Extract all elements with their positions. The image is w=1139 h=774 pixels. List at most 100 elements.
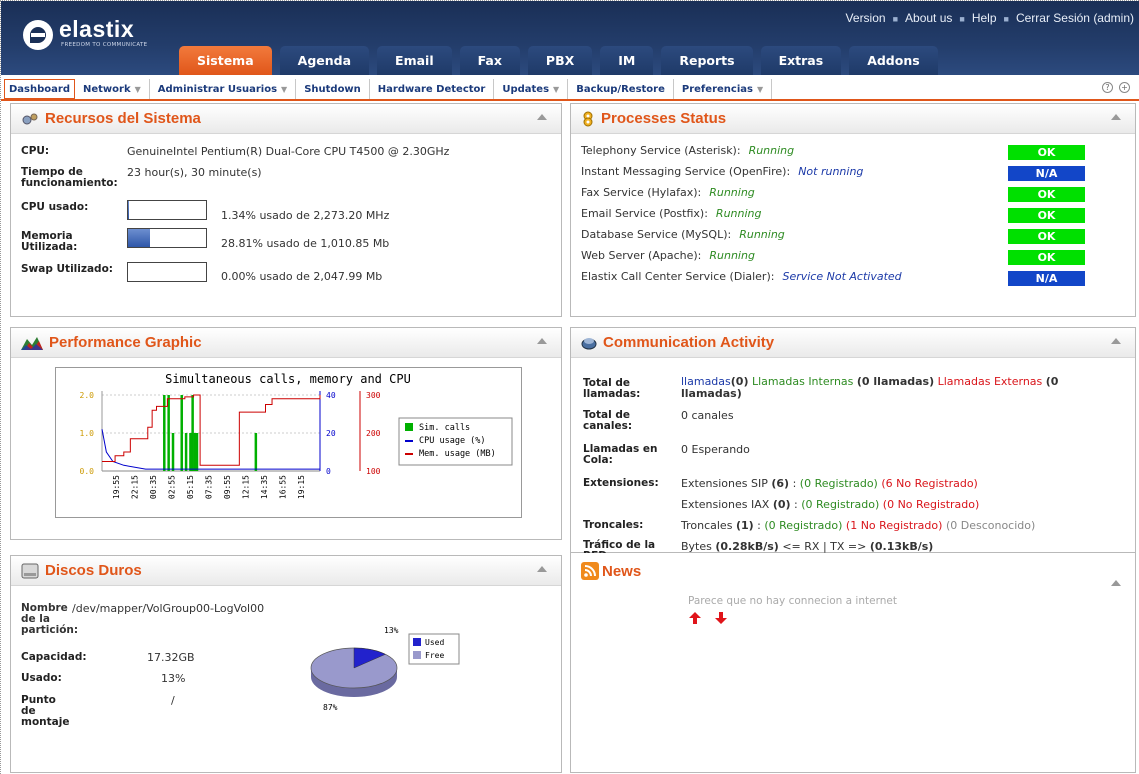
chart-legend: Sim. calls CPU usage (%) Mem. usage (MB) (398, 417, 513, 466)
panel-communication: Communication Activity Total de llamadas… (570, 327, 1136, 562)
uptime-label: Tiempo de funcionamiento: (21, 166, 118, 189)
pie-free-label: 87% (323, 703, 338, 712)
submenu-item-hardware-detector[interactable]: Hardware Detector (370, 79, 495, 99)
sip-count: (6) (771, 477, 790, 490)
collapse-icon[interactable] (537, 566, 547, 572)
pie-used-label: 13% (384, 626, 399, 635)
cpu-line (101, 429, 320, 470)
collapse-icon[interactable] (1111, 114, 1121, 120)
process-name: Email Service (Postfix): (581, 207, 708, 220)
submenu-item-dashboard[interactable]: Dashboard (4, 79, 75, 99)
partition-label: Nombre de la partición: (21, 602, 79, 636)
mem-usage-fill (128, 229, 151, 247)
process-status: Running (709, 186, 755, 199)
disk-icon (21, 563, 39, 579)
cpu-value: GenuineIntel Pentium(R) Dual-Core CPU T4… (127, 145, 450, 158)
internal-calls-count: (0 llamadas) (856, 375, 935, 388)
x-tick-label: 07:35 (205, 475, 214, 499)
process-status: Running (715, 207, 762, 220)
capacity-value: 17.32GB (147, 651, 195, 664)
tab-reports[interactable]: Reports (661, 46, 753, 75)
left-tick-label: 2.0 (80, 391, 95, 400)
submenu-item-administrar-usuarios[interactable]: Administrar Usuarios ▼ (150, 79, 297, 99)
process-status: Running (739, 228, 785, 241)
gear-icon (21, 112, 39, 126)
panel-header: Communication Activity (571, 328, 1135, 358)
trunk-prefix: Troncales (681, 519, 733, 532)
queue-value: 0 Esperando (681, 443, 750, 456)
submenu-item-label: Shutdown (304, 83, 361, 95)
process-name: Instant Messaging Service (OpenFire): (581, 165, 791, 178)
legend-label: CPU usage (%) (419, 436, 486, 446)
status-badge: OK (1008, 208, 1085, 223)
brand-tagline: FREEDOM TO COMMUNICATE (61, 42, 148, 48)
left-tick-label: 0.0 (80, 467, 95, 476)
tab-extras[interactable]: Extras (760, 46, 842, 75)
trunk-not-registered: (1 No Registrado) (845, 519, 943, 532)
mem-tick-label: 200 (366, 429, 381, 438)
queue-label: Llamadas en Cola: (583, 443, 658, 466)
top-link[interactable]: Help (972, 11, 997, 25)
tab-sistema[interactable]: Sistema (179, 46, 272, 75)
status-badge: N/A (1008, 166, 1085, 181)
panel-disks: Discos Duros Nombre de la partición: /de… (10, 555, 562, 773)
link-separator: ■ (959, 14, 965, 24)
status-badge: OK (1008, 250, 1085, 265)
calls-bar (180, 395, 183, 471)
left-tick-label: 1.0 (80, 429, 95, 438)
cpu-usage-fill (128, 201, 130, 219)
link-separator: ■ (1003, 14, 1009, 24)
tab-fax[interactable]: Fax (459, 46, 520, 75)
news-message: Parece que no hay connecion a internet (688, 595, 897, 607)
arrow-down-icon[interactable] (715, 612, 727, 627)
channels-value: 0 canales (681, 409, 734, 422)
process-name: Elastix Call Center Service (Dialer): (581, 270, 775, 283)
trunks-label: Troncales: (583, 519, 644, 531)
chart-icon (21, 336, 43, 350)
process-name: Database Service (MySQL): (581, 228, 732, 241)
process-row: Database Service (MySQL): Running (581, 228, 785, 241)
x-tick-label: 02:55 (168, 475, 177, 499)
external-calls-label: Llamadas Externas (937, 375, 1043, 388)
collapse-icon[interactable] (1111, 580, 1121, 586)
process-status: Not running (798, 165, 864, 178)
calls-bar (184, 433, 188, 471)
collapse-icon[interactable] (1111, 338, 1121, 344)
tab-pbx[interactable]: PBX (527, 46, 593, 75)
tab-email[interactable]: Email (377, 46, 452, 75)
submenu-item-label: Backup/Restore (576, 83, 665, 95)
top-link[interactable]: About us (905, 11, 952, 25)
capacity-label: Capacidad: (21, 651, 87, 663)
panel-resources: Recursos del Sistema CPU: GenuineIntel P… (10, 103, 562, 317)
submenu-item-network[interactable]: Network ▼ (75, 79, 150, 99)
panel-header: Processes Status (571, 104, 1135, 134)
pie-legend: Used Free (408, 633, 460, 665)
submenu-item-shutdown[interactable]: Shutdown (296, 79, 370, 99)
submenu-item-backup-restore[interactable]: Backup/Restore (568, 79, 674, 99)
arrow-up-icon[interactable] (689, 612, 701, 627)
status-badge: OK (1008, 229, 1085, 244)
sip-registered: (0 Registrado) (799, 477, 878, 490)
chevron-down-icon: ▼ (756, 84, 764, 94)
top-link[interactable]: Version (846, 11, 886, 25)
tab-addons[interactable]: Addons (849, 46, 938, 75)
elastix-logo[interactable]: elastix FREEDOM TO COMMUNICATE (21, 16, 171, 53)
collapse-icon[interactable] (537, 114, 547, 120)
submenu-item-preferencias[interactable]: Preferencias ▼ (674, 79, 773, 99)
calls-bar (195, 433, 199, 471)
collapse-icon[interactable] (537, 338, 547, 344)
submenu-item-updates[interactable]: Updates ▼ (494, 79, 569, 99)
processes-icon (581, 111, 595, 127)
help-icon[interactable]: ? (1102, 82, 1113, 93)
add-icon[interactable]: + (1119, 82, 1130, 93)
tab-agenda[interactable]: Agenda (279, 46, 370, 75)
rss-icon (581, 562, 599, 580)
x-tick-label: 05:15 (186, 475, 195, 499)
process-status: Running (709, 249, 755, 262)
panel-title: Discos Duros (45, 562, 142, 579)
submenu-item-label: Hardware Detector (377, 83, 486, 95)
mem-usage-bar (127, 228, 207, 248)
tab-im[interactable]: IM (600, 46, 654, 75)
net-tx: (0.13kB/s) (869, 540, 934, 553)
top-link[interactable]: Cerrar Sesión (admin) (1016, 11, 1134, 25)
